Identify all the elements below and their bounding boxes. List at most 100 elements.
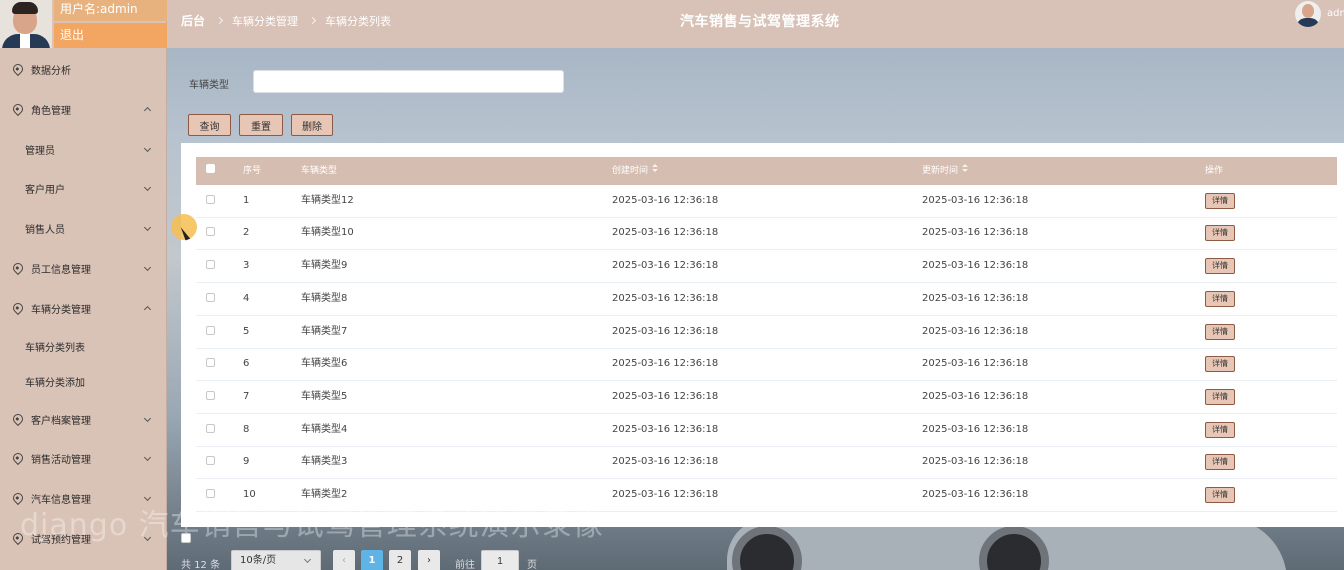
page-suffix-label: 页 xyxy=(527,560,537,570)
row-checkbox[interactable] xyxy=(206,381,215,413)
delete-button[interactable]: 删除 xyxy=(291,114,333,136)
sidebar-item-data-analysis[interactable]: 数据分析 xyxy=(0,54,166,84)
sidebar-item-label: 销售人员 xyxy=(25,224,65,236)
next-page-button[interactable]: › xyxy=(418,550,440,570)
sidebar-item-vehicle-category-add[interactable]: 车辆分类添加 xyxy=(0,366,166,396)
page-title: 汽车销售与试驾管理系统 xyxy=(680,14,840,30)
row-checkbox[interactable] xyxy=(206,283,215,315)
row-no: 5 xyxy=(243,326,250,337)
row-action: 详情 xyxy=(1205,283,1235,315)
detail-button[interactable]: 详情 xyxy=(1205,291,1235,307)
chevron-down-icon xyxy=(143,263,152,272)
sort-icon[interactable] xyxy=(962,164,969,174)
sidebar-item-label: 角色管理 xyxy=(31,105,71,117)
row-checkbox[interactable] xyxy=(206,348,215,380)
row-checkbox[interactable] xyxy=(206,250,215,282)
row-created: 2025-03-16 12:36:18 xyxy=(612,195,719,206)
row-type: 车辆类型12 xyxy=(301,195,354,206)
row-created: 2025-03-16 12:36:18 xyxy=(612,391,719,402)
detail-button[interactable]: 详情 xyxy=(1205,356,1235,372)
detail-button[interactable]: 详情 xyxy=(1205,225,1235,241)
row-updated: 2025-03-16 12:36:18 xyxy=(922,489,1029,500)
query-button[interactable]: 查询 xyxy=(188,114,231,136)
sidebar-item-label: 车辆分类列表 xyxy=(25,342,85,354)
location-pin-icon xyxy=(10,450,26,466)
sidebar-item-label: 数据分析 xyxy=(31,65,71,77)
table-row: 1 车辆类型12 2025-03-16 12:36:18 2025-03-16 … xyxy=(196,185,1337,218)
sidebar-item-customer-archive[interactable]: 客户档案管理 xyxy=(0,404,166,434)
row-checkbox[interactable] xyxy=(206,217,215,249)
column-header-action: 操作 xyxy=(1205,166,1224,176)
goto-label: 前往 xyxy=(455,560,475,570)
row-updated: 2025-03-16 12:36:18 xyxy=(922,424,1029,435)
row-no: 8 xyxy=(243,424,250,435)
user-avatar[interactable] xyxy=(1295,1,1321,27)
row-type: 车辆类型4 xyxy=(301,424,348,435)
username-label: 用户名:admin xyxy=(54,0,167,21)
logout-button[interactable]: 退出 xyxy=(54,23,167,48)
row-created: 2025-03-16 12:36:18 xyxy=(612,456,719,467)
row-no: 4 xyxy=(243,293,250,304)
detail-button[interactable]: 详情 xyxy=(1205,258,1235,274)
chevron-down-icon xyxy=(143,183,152,192)
reset-button[interactable]: 重置 xyxy=(239,114,283,136)
row-checkbox[interactable] xyxy=(206,185,215,217)
sidebar-item-label: 车辆分类管理 xyxy=(31,304,91,316)
table-header: 序号 车辆类型 创建时间 更新时间 操作 xyxy=(196,157,1337,185)
sidebar-item-vehicle-category[interactable]: 车辆分类管理 xyxy=(0,293,166,323)
row-updated: 2025-03-16 12:36:18 xyxy=(922,227,1029,238)
vehicle-type-search-input[interactable] xyxy=(253,70,564,93)
sort-icon[interactable] xyxy=(652,164,659,174)
row-no: 2 xyxy=(243,227,250,238)
sidebar-item-employee-info[interactable]: 员工信息管理 xyxy=(0,253,166,283)
prev-page-button[interactable]: ‹ xyxy=(333,550,355,570)
chevron-right-icon xyxy=(308,16,317,25)
row-checkbox[interactable] xyxy=(206,446,215,478)
row-checkbox[interactable] xyxy=(206,316,215,348)
table-row: 9 车辆类型3 2025-03-16 12:36:18 2025-03-16 1… xyxy=(196,446,1337,479)
breadcrumb-category-management[interactable]: 车辆分类管理 xyxy=(232,13,298,29)
user-box: 用户名:admin 退出 xyxy=(0,0,167,48)
select-all-checkbox[interactable] xyxy=(206,157,215,185)
column-header-created[interactable]: 创建时间 xyxy=(612,157,659,185)
page-button-2[interactable]: 2 xyxy=(389,550,411,570)
row-created: 2025-03-16 12:36:18 xyxy=(612,260,719,271)
row-no: 6 xyxy=(243,358,250,369)
sidebar-item-role-management[interactable]: 角色管理 xyxy=(0,94,166,124)
breadcrumb-category-list: 车辆分类列表 xyxy=(325,14,392,28)
sidebar-item-vehicle-category-list[interactable]: 车辆分类列表 xyxy=(0,331,166,361)
top-username[interactable]: adm xyxy=(1327,8,1344,19)
pagination-checkbox[interactable] xyxy=(181,533,191,543)
table-row: 5 车辆类型7 2025-03-16 12:36:18 2025-03-16 1… xyxy=(196,316,1337,349)
detail-button[interactable]: 详情 xyxy=(1205,324,1235,340)
page-size-select[interactable]: 10条/页 xyxy=(231,550,321,570)
detail-button[interactable]: 详情 xyxy=(1205,487,1235,503)
chevron-down-icon xyxy=(303,555,312,564)
column-header-updated[interactable]: 更新时间 xyxy=(922,157,969,185)
goto-page-input[interactable] xyxy=(481,550,519,570)
detail-button[interactable]: 详情 xyxy=(1205,454,1235,470)
sidebar-item-label: 员工信息管理 xyxy=(31,264,91,276)
sidebar-item-admin[interactable]: 管理员 xyxy=(0,134,166,164)
row-action: 详情 xyxy=(1205,250,1235,282)
row-created: 2025-03-16 12:36:18 xyxy=(612,489,719,500)
row-no: 9 xyxy=(243,456,250,467)
row-updated: 2025-03-16 12:36:18 xyxy=(922,293,1029,304)
row-created: 2025-03-16 12:36:18 xyxy=(612,326,719,337)
row-created: 2025-03-16 12:36:18 xyxy=(612,293,719,304)
sidebar-item-customer-user[interactable]: 客户用户 xyxy=(0,173,166,203)
sidebar-item-sales-activity[interactable]: 销售活动管理 xyxy=(0,443,166,473)
sidebar-item-salesperson[interactable]: 销售人员 xyxy=(0,213,166,243)
row-updated: 2025-03-16 12:36:18 xyxy=(922,326,1029,337)
page-button-1[interactable]: 1 xyxy=(361,550,383,570)
detail-button[interactable]: 详情 xyxy=(1205,193,1235,209)
detail-button[interactable]: 详情 xyxy=(1205,389,1235,405)
detail-button[interactable]: 详情 xyxy=(1205,422,1235,438)
breadcrumb-home[interactable]: 后台 xyxy=(181,12,205,29)
row-checkbox[interactable] xyxy=(206,414,215,446)
location-pin-icon xyxy=(10,411,26,427)
chevron-up-icon xyxy=(143,305,152,314)
row-no: 1 xyxy=(243,195,250,206)
sidebar-item-label: 管理员 xyxy=(25,145,55,157)
column-header-created-label: 创建时间 xyxy=(612,166,649,176)
